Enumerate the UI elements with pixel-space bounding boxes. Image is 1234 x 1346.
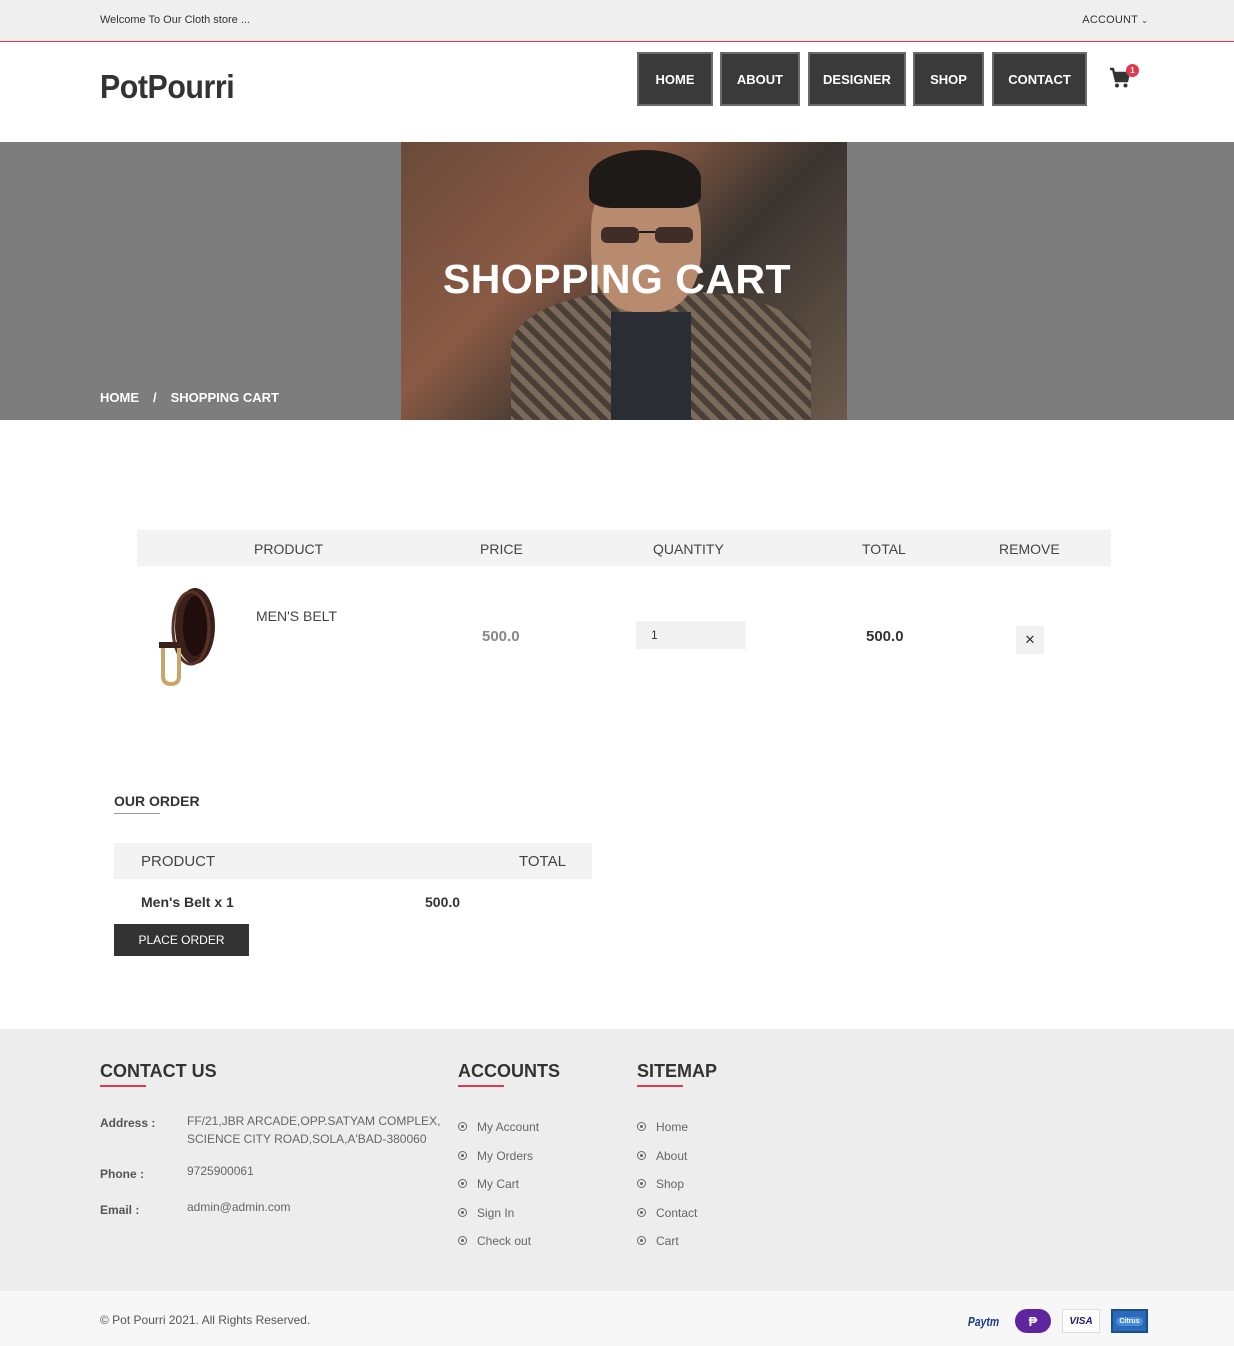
bullet-icon — [458, 1179, 467, 1188]
footer-link-label: Contact — [656, 1205, 698, 1220]
header: PotPourri HOME ABOUT DESIGNER SHOP CONTA… — [0, 42, 1234, 142]
welcome-text: Welcome To Our Cloth store ... — [100, 14, 250, 26]
footer-link-label: Sign In — [477, 1205, 515, 1220]
col-price: PRICE — [480, 541, 523, 557]
order-item-total: 500.0 — [425, 894, 461, 910]
footer-link-label: My Orders — [477, 1148, 534, 1163]
address-line-1: FF/21,JBR ARCADE,OPP.SATYAM COMPLEX, — [187, 1114, 441, 1128]
footer-link-label: Cart — [656, 1234, 679, 1248]
footer-link-my-cart[interactable]: My Cart — [458, 1177, 539, 1206]
footer-link-about[interactable]: About — [637, 1149, 697, 1178]
footer-contact-title: CONTACT US — [100, 1061, 217, 1081]
sitemap-links: Home About Shop Contact Cart — [637, 1120, 697, 1263]
bullet-icon — [458, 1207, 467, 1217]
bullet-icon — [637, 1122, 646, 1131]
breadcrumb-current: SHOPPING CART — [170, 390, 279, 405]
order-item-name: Men's Belt x 1 — [141, 894, 234, 910]
col-total: TOTAL — [862, 541, 906, 557]
footer-link-label: Home — [656, 1120, 689, 1134]
bullet-icon — [637, 1236, 646, 1245]
order-title-underline — [114, 813, 160, 814]
product-name[interactable]: MEN'S BELT — [256, 608, 337, 624]
phonepe-icon: ₱ — [1015, 1309, 1051, 1333]
footer-accounts-title: ACCOUNTS — [458, 1061, 560, 1081]
paytm-label: Paytm — [968, 1313, 1000, 1329]
bullet-icon — [637, 1150, 646, 1160]
account-dropdown[interactable]: ACCOUNT ⌄ — [1082, 14, 1148, 26]
breadcrumb: HOME / SHOPPING CART — [100, 390, 279, 405]
nav-designer[interactable]: DESIGNER — [808, 52, 906, 106]
bullet-icon — [637, 1179, 646, 1188]
footer-link-cart[interactable]: Cart — [637, 1234, 697, 1263]
close-icon: ✕ — [1024, 632, 1036, 647]
footer-link-contact[interactable]: Contact — [637, 1206, 697, 1235]
footer-title-underline — [100, 1085, 146, 1087]
quantity-input[interactable] — [636, 621, 746, 649]
product-price: 500.0 — [482, 628, 520, 645]
site-logo[interactable]: PotPourri — [100, 68, 235, 106]
email-label: Email : — [100, 1203, 140, 1217]
cart-table: PRODUCT PRICE QUANTITY TOTAL REMOVE MEN'… — [137, 530, 1111, 706]
visa-label: VISA — [1069, 1315, 1093, 1327]
order-table: PRODUCT TOTAL Men's Belt x 1 500.0 — [114, 843, 592, 923]
order-title: OUR ORDER — [114, 793, 200, 809]
nav-home[interactable]: HOME — [637, 52, 713, 106]
phone-label: Phone : — [100, 1167, 144, 1181]
footer-link-label: About — [656, 1148, 688, 1163]
bottom-bar: © Pot Pourri 2021. All Rights Reserved. … — [0, 1291, 1234, 1346]
address-line-2: SCIENCE CITY ROAD,SOLA,A'BAD-380060 — [187, 1132, 427, 1146]
order-table-header: PRODUCT TOTAL — [114, 843, 592, 879]
bullet-icon — [458, 1236, 467, 1245]
footer-title-underline — [458, 1085, 504, 1087]
paytm-icon: Paytm — [966, 1309, 1002, 1333]
order-col-total: TOTAL — [519, 853, 566, 870]
order-col-product: PRODUCT — [141, 853, 216, 870]
accounts-links: My Account My Orders My Cart Sign In Che… — [458, 1120, 539, 1263]
bullet-icon — [458, 1122, 467, 1131]
belt-image[interactable] — [157, 586, 221, 686]
footer-link-my-orders[interactable]: My Orders — [458, 1149, 539, 1178]
citrus-label: Citrus — [1116, 1316, 1143, 1326]
col-remove: REMOVE — [999, 541, 1060, 557]
cart-count-badge: 1 — [1126, 64, 1139, 77]
breadcrumb-separator: / — [153, 390, 157, 405]
table-row: MEN'S BELT 500.0 500.0 ✕ — [137, 566, 1111, 706]
account-label: ACCOUNT — [1082, 14, 1139, 26]
place-order-button[interactable]: PLACE ORDER — [114, 924, 249, 956]
nav-about[interactable]: ABOUT — [720, 52, 800, 106]
copyright-text: © Pot Pourri 2021. All Rights Reserved. — [100, 1313, 311, 1327]
footer-title-underline — [637, 1085, 683, 1087]
breadcrumb-home[interactable]: HOME — [100, 390, 139, 405]
nav-contact[interactable]: CONTACT — [992, 52, 1087, 106]
footer-link-check-out[interactable]: Check out — [458, 1234, 539, 1263]
footer-link-label: Shop — [656, 1177, 685, 1191]
footer-sitemap-title: SITEMAP — [637, 1061, 718, 1081]
chevron-down-icon: ⌄ — [1141, 16, 1148, 25]
bullet-icon — [458, 1150, 467, 1160]
hero-banner: SHOPPING CART HOME / SHOPPING CART — [0, 142, 1234, 420]
visa-icon: VISA — [1062, 1309, 1100, 1333]
address-label: Address : — [100, 1116, 156, 1130]
page-title: SHOPPING CART — [442, 256, 792, 302]
col-quantity: QUANTITY — [653, 541, 724, 557]
footer: CONTACT US Address : FF/21,JBR ARCADE,OP… — [0, 1029, 1234, 1291]
product-total: 500.0 — [866, 628, 904, 645]
footer-link-shop[interactable]: Shop — [637, 1177, 697, 1206]
top-bar: Welcome To Our Cloth store ... ACCOUNT ⌄ — [0, 0, 1234, 42]
cart-table-header: PRODUCT PRICE QUANTITY TOTAL REMOVE — [137, 530, 1111, 566]
footer-link-label: Check out — [477, 1234, 532, 1248]
col-product: PRODUCT — [254, 541, 324, 557]
footer-link-my-account[interactable]: My Account — [458, 1120, 539, 1149]
footer-link-label: My Account — [477, 1120, 540, 1134]
email-value: admin@admin.com — [187, 1200, 291, 1214]
table-row: Men's Belt x 1 500.0 — [114, 879, 592, 923]
citrus-icon: Citrus — [1111, 1309, 1148, 1333]
bullet-icon — [637, 1207, 646, 1217]
footer-link-sign-in[interactable]: Sign In — [458, 1206, 539, 1235]
footer-link-home[interactable]: Home — [637, 1120, 697, 1149]
remove-button[interactable]: ✕ — [1016, 626, 1044, 654]
phone-value: 9725900061 — [187, 1164, 254, 1178]
nav-shop[interactable]: SHOP — [913, 52, 984, 106]
footer-link-label: My Cart — [477, 1177, 519, 1191]
